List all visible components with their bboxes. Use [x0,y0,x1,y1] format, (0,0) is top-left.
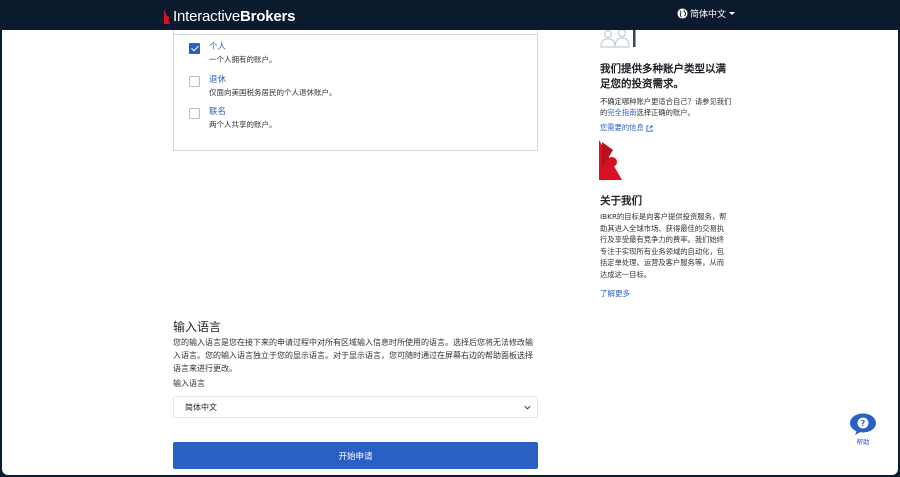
help-bubble-icon: ? [850,413,876,435]
account-option-joint[interactable]: 联名 两个人共享的账户。 [189,107,277,130]
logo-text: InteractiveBrokers [173,7,296,25]
input-language-description: 您的输入语言是您在接下来的申请过程中对所有区域输入信息时所使用的语言。选择后您将… [173,338,533,373]
account-option-individual[interactable]: 个人 一个人拥有的账户。 [189,42,277,65]
help-button[interactable]: ? 帮助 [848,413,878,446]
svg-text:?: ? [861,419,866,428]
info-needed-link[interactable]: 您需要的信息 [600,123,653,133]
language-selector[interactable]: 简体中文 [677,7,736,20]
interactive-brokers-logo[interactable]: InteractiveBrokers [164,7,295,25]
about-us-body: IBKR的目标是向客户提供投资服务，帮助其进入全球市场、获得最佳的交易执行及享受… [600,212,727,279]
chevron-down-icon [524,405,531,410]
start-application-button[interactable]: 开始申请 [173,442,538,469]
option-description: 两个人共享的账户。 [209,120,277,129]
input-language-select[interactable]: 简体中文 [173,396,538,418]
globe-icon [677,8,688,19]
people-icon [600,30,636,48]
account-type-card: 个人 一个人拥有的账户。 退休 仅面向美国税务居民的个人退休账户。 联名 两个人… [173,30,538,151]
ib-brand-mark-icon [599,140,622,180]
input-language-field-label: 输入语言 [173,379,205,388]
caret-down-icon [729,12,736,15]
learn-more-link[interactable]: 了解更多 [600,288,630,299]
option-title: 联名 [209,107,227,117]
selected-language: 简体中文 [185,402,217,412]
checkbox-joint[interactable] [189,108,200,119]
info-needed-label: 您需要的信息 [600,123,644,132]
input-language-title: 输入语言 [173,320,222,334]
about-us-heading: 关于我们 [600,195,642,207]
sidebar-text-after: 选择正确的账户。 [636,108,695,117]
checkbox-retirement[interactable] [189,76,200,87]
language-label: 简体中文 [690,10,727,20]
checkbox-individual[interactable] [189,43,200,54]
complete-guide-link[interactable]: 完全指南 [607,108,636,117]
option-title: 退休 [209,75,227,85]
application-page: 个人 一个人拥有的账户。 退休 仅面向美国税务居民的个人退休账户。 联名 两个人… [2,30,898,475]
ib-flame-icon [164,8,170,24]
card-divider [174,34,537,35]
option-title: 个人 [209,42,227,52]
option-description: 仅面向美国税务居民的个人退休账户。 [209,88,337,97]
sidebar-text: 不确定哪种账户更适合自己？请参见我们的完全指南选择正确的账户。 [600,96,735,118]
account-option-retirement[interactable]: 退休 仅面向美国税务居民的个人退休账户。 [189,75,337,98]
top-navigation-bar: InteractiveBrokers 简体中文 [0,0,900,30]
option-description: 一个人拥有的账户。 [209,55,277,64]
sidebar-heading: 我们提供多种账户类型以满足您的投资需求。 [600,63,726,90]
help-label: 帮助 [856,438,870,446]
external-link-icon [646,124,653,132]
